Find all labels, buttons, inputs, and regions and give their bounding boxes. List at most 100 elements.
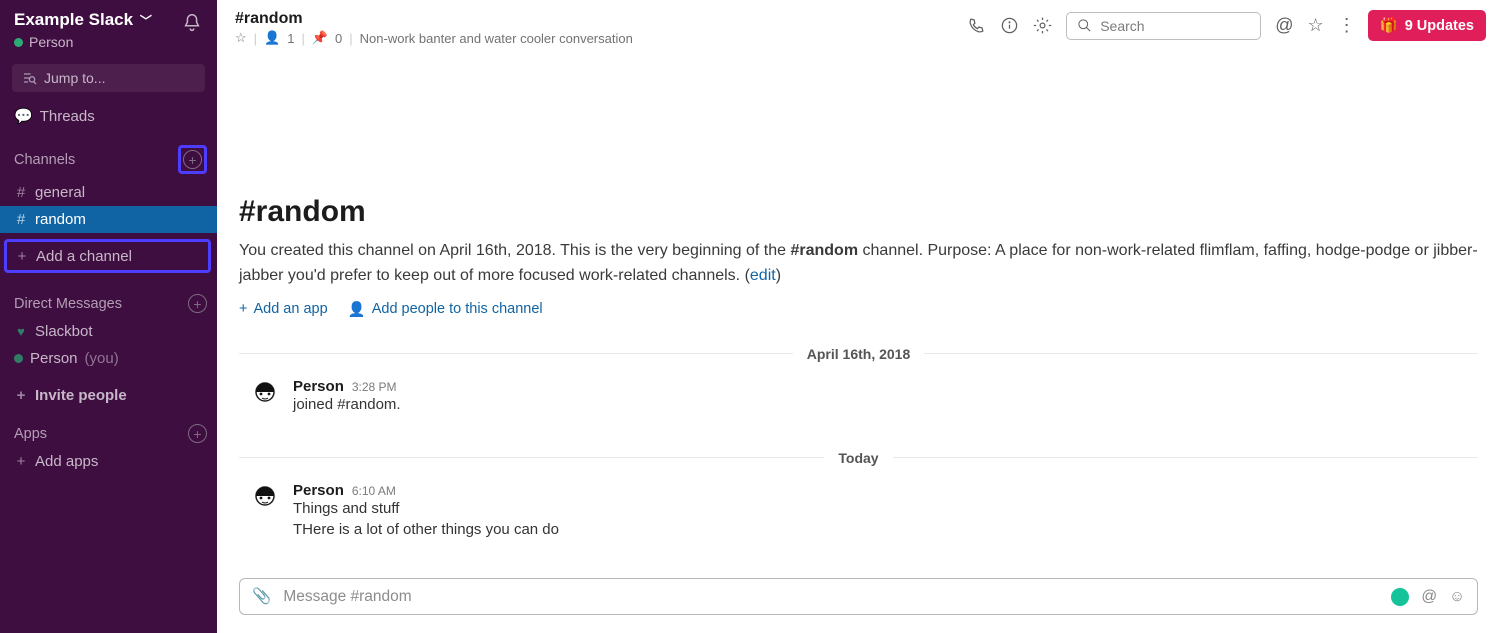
add-channel-label: Add a channel xyxy=(36,248,132,265)
message-user[interactable]: Person xyxy=(293,482,344,499)
presence-dot-icon xyxy=(14,354,23,363)
channel-name[interactable]: #random xyxy=(235,10,633,28)
add-app-label: Add an app xyxy=(253,301,327,317)
message-text: Things and stuff xyxy=(293,500,1478,517)
phone-icon[interactable] xyxy=(967,16,986,35)
add-people-label: Add people to this channel xyxy=(372,301,543,317)
edit-purpose-link[interactable]: edit xyxy=(750,267,776,284)
channel-intro-text: You created this channel on April 16th, … xyxy=(239,239,1478,289)
add-app-icon[interactable]: + xyxy=(188,424,207,443)
channel-header: #random ☆ | 👤 1 | 📌 0 | Non-work banter … xyxy=(217,0,1500,55)
add-channel-row[interactable]: + Add a channel xyxy=(15,248,132,265)
heart-icon: ♥ xyxy=(14,324,28,339)
settings-gear-icon[interactable] xyxy=(1033,16,1052,35)
dm-heading-label: Direct Messages xyxy=(14,296,122,312)
new-dm-icon[interactable]: + xyxy=(188,294,207,313)
emoji-smile-icon[interactable]: ☺ xyxy=(1449,588,1465,606)
notifications-bell-icon[interactable] xyxy=(181,12,203,34)
search-icon xyxy=(1077,18,1092,33)
composer-placeholder: Message #random xyxy=(283,588,411,606)
grammarly-icon[interactable] xyxy=(1391,588,1409,606)
search-input[interactable]: Search xyxy=(1066,12,1261,40)
channel-item-random[interactable]: # random xyxy=(0,206,217,233)
channel-label: random xyxy=(35,211,86,228)
self-username: Person xyxy=(29,34,73,50)
message-composer[interactable]: 📎 Message #random @ ☺ xyxy=(239,578,1478,615)
dm-item-slackbot[interactable]: ♥ Slackbot xyxy=(0,318,217,345)
add-app-link[interactable]: + Add an app xyxy=(239,301,328,318)
plus-icon: + xyxy=(14,453,28,470)
sidebar: Example Slack ﹀ Person Jump to... 💬 Thre… xyxy=(0,0,217,633)
attachment-paperclip-icon[interactable]: 📎 xyxy=(252,587,271,606)
workspace-name: Example Slack xyxy=(14,10,133,29)
pins-count[interactable]: 0 xyxy=(335,31,342,46)
message-text: joined #random. xyxy=(293,396,1478,413)
avatar[interactable] xyxy=(247,482,283,518)
add-channel-row-highlight: + Add a channel xyxy=(4,239,211,273)
message-row[interactable]: Person 3:28 PM joined #random. xyxy=(239,374,1478,422)
more-vertical-icon[interactable]: ⋮ xyxy=(1338,15,1354,36)
add-apps-row[interactable]: + Add apps xyxy=(0,448,217,475)
jump-to-label: Jump to... xyxy=(44,70,105,86)
mentions-at-icon[interactable]: @ xyxy=(1275,15,1293,36)
threads-label: Threads xyxy=(40,108,95,125)
channel-intro-title: #random xyxy=(239,195,1478,229)
apps-heading-label: Apps xyxy=(14,426,47,442)
dm-item-self[interactable]: Person (you) xyxy=(0,345,217,372)
message-text: THere is a lot of other things you can d… xyxy=(293,521,1478,538)
pin-icon[interactable]: 📌 xyxy=(312,30,328,46)
channel-item-general[interactable]: # general xyxy=(0,179,217,206)
members-icon[interactable]: 👤 xyxy=(264,30,280,46)
message-pane[interactable]: #random You created this channel on Apri… xyxy=(217,55,1500,570)
message-row[interactable]: Person 6:10 AM Things and stuff THere is… xyxy=(239,478,1478,546)
date-divider: April 16th, 2018 xyxy=(239,346,1478,362)
message-user[interactable]: Person xyxy=(293,378,344,395)
plus-icon: + xyxy=(14,387,28,404)
channels-heading-label: Channels xyxy=(14,152,75,168)
channel-label: general xyxy=(35,184,85,201)
threads-row[interactable]: 💬 Threads xyxy=(0,102,217,130)
search-list-icon xyxy=(22,70,38,86)
channels-heading[interactable]: Channels + xyxy=(0,140,217,179)
message-time: 3:28 PM xyxy=(352,380,397,394)
self-presence: Person xyxy=(14,34,152,50)
threads-icon: 💬 xyxy=(14,107,33,125)
hash-icon: # xyxy=(14,211,28,228)
channel-topic[interactable]: Non-work banter and water cooler convers… xyxy=(360,31,633,46)
intro-pre: You created this channel on April 16th, … xyxy=(239,242,790,259)
workspace-switcher[interactable]: Example Slack ﹀ Person xyxy=(14,10,152,50)
avatar[interactable] xyxy=(247,378,283,414)
date-label: April 16th, 2018 xyxy=(793,346,925,362)
dm-label: Person xyxy=(30,350,78,367)
mention-at-icon[interactable]: @ xyxy=(1421,588,1437,606)
star-icon[interactable]: ☆ xyxy=(1307,15,1323,36)
message-time: 6:10 AM xyxy=(352,484,396,498)
plus-icon: + xyxy=(15,248,29,265)
add-people-link[interactable]: 👤 Add people to this channel xyxy=(348,301,543,318)
presence-dot-icon xyxy=(14,38,23,47)
gift-icon: 🎁 xyxy=(1380,17,1398,34)
intro-channel-bold: #random xyxy=(790,242,858,259)
intro-close: ) xyxy=(776,267,781,284)
person-icon: 👤 xyxy=(348,301,366,318)
members-count[interactable]: 1 xyxy=(287,31,294,46)
plus-icon: + xyxy=(239,301,247,317)
add-channel-icon[interactable]: + xyxy=(183,150,202,169)
invite-people-row[interactable]: + Invite people xyxy=(0,382,217,409)
dm-label: Slackbot xyxy=(35,323,93,340)
date-label: Today xyxy=(824,450,892,466)
add-channel-highlight: + xyxy=(178,145,207,174)
updates-label: 9 Updates xyxy=(1405,18,1474,34)
star-channel-icon[interactable]: ☆ xyxy=(235,30,247,46)
apps-heading[interactable]: Apps + xyxy=(0,419,217,448)
jump-to-input[interactable]: Jump to... xyxy=(12,64,205,92)
info-icon[interactable] xyxy=(1000,16,1019,35)
dm-heading[interactable]: Direct Messages + xyxy=(0,289,217,318)
channel-meta: ☆ | 👤 1 | 📌 0 | Non-work banter and wate… xyxy=(235,30,633,46)
updates-button[interactable]: 🎁 9 Updates xyxy=(1368,10,1486,41)
main: #random ☆ | 👤 1 | 📌 0 | Non-work banter … xyxy=(217,0,1500,633)
invite-label: Invite people xyxy=(35,387,127,404)
dm-suffix: (you) xyxy=(85,350,119,367)
chevron-down-icon: ﹀ xyxy=(140,14,152,28)
hash-icon: # xyxy=(14,184,28,201)
